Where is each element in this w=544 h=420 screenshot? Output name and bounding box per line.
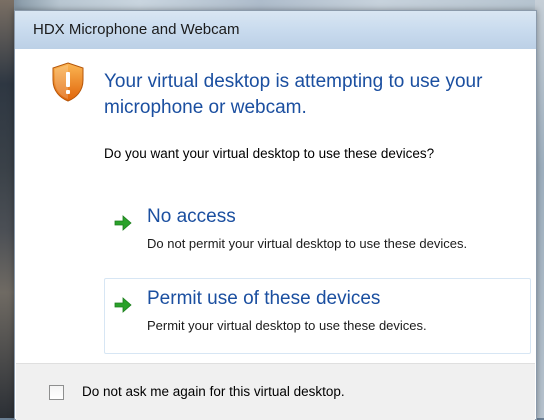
warning-shield-icon: [52, 62, 84, 102]
dialog-titlebar[interactable]: HDX Microphone and Webcam: [15, 11, 536, 49]
background-left-edge: [0, 0, 14, 418]
option-permit-use[interactable]: Permit use of these devices Permit your …: [104, 278, 531, 354]
dialog-question: Do you want your virtual desktop to use …: [104, 146, 435, 161]
dialog-headline: Your virtual desktop is attempting to us…: [104, 71, 483, 118]
hdx-dialog: HDX Microphone and Webcam Your virtual d…: [14, 10, 537, 420]
option-no-access[interactable]: No access Do not permit your virtual des…: [104, 197, 531, 277]
dont-ask-again-label[interactable]: Do not ask me again for this virtual des…: [82, 384, 345, 399]
option-description: Do not permit your virtual desktop to us…: [147, 236, 468, 251]
dialog-footer: Do not ask me again for this virtual des…: [16, 363, 535, 420]
dialog-title: HDX Microphone and Webcam: [33, 21, 240, 38]
arrow-right-icon: [114, 297, 132, 313]
arrow-right-icon: [114, 215, 132, 231]
option-title: No access: [147, 206, 236, 227]
dont-ask-again-checkbox[interactable]: [49, 385, 64, 400]
option-description: Permit your virtual desktop to use these…: [147, 318, 427, 333]
option-title: Permit use of these devices: [147, 288, 381, 309]
